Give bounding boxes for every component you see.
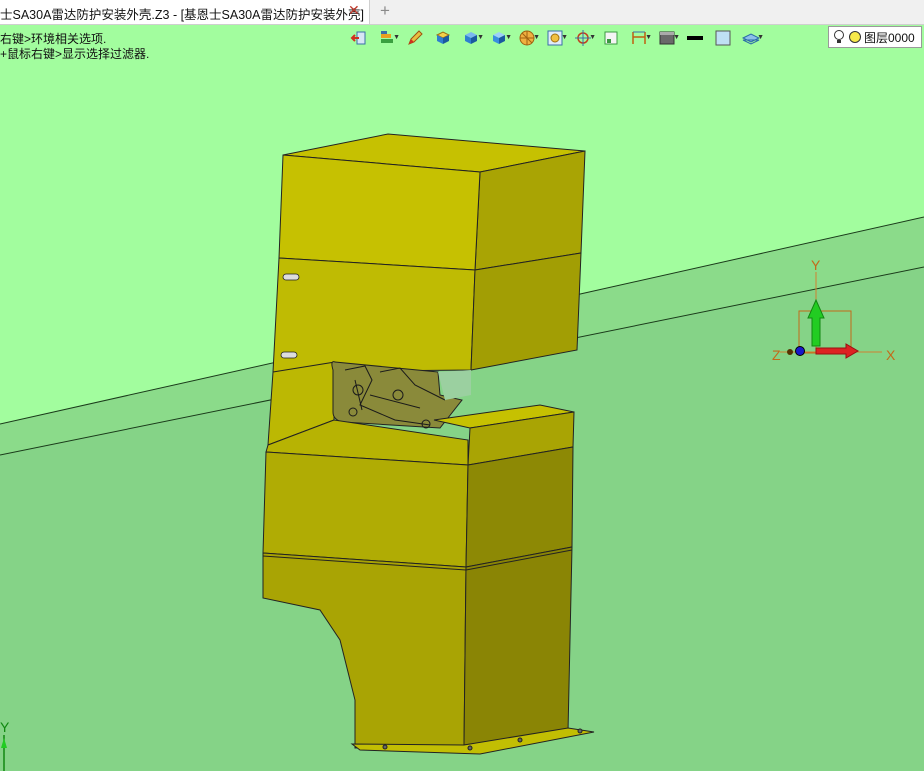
tab-title: 士SA30A雷达防护安装外壳.Z3 - [基恩士SA30A雷达防护安装外壳] bbox=[0, 8, 364, 22]
line-color-icon[interactable] bbox=[682, 28, 708, 48]
layer-view-icon[interactable]: ▼ bbox=[738, 28, 764, 48]
close-icon[interactable]: ✕ bbox=[348, 2, 360, 19]
exit-icon[interactable] bbox=[346, 28, 372, 48]
scene: Y X Z Y bbox=[0, 133, 924, 771]
top-block bbox=[272, 133, 586, 373]
hint-line-2: +鼠标右键>显示选择过滤器. bbox=[0, 47, 150, 61]
layer-selector[interactable]: 图层0000 bbox=[828, 26, 922, 48]
target-icon[interactable]: ▼ bbox=[570, 28, 596, 48]
add-tab-button[interactable]: + bbox=[380, 1, 390, 21]
document-tab[interactable]: 士SA30A雷达防护安装外壳.Z3 - [基恩士SA30A雷达防护安装外壳] ✕ bbox=[0, 0, 370, 24]
view-fit-icon[interactable]: ▼ bbox=[542, 28, 568, 48]
lightbulb-icon bbox=[834, 30, 844, 43]
corner-axis-label-y: Y bbox=[0, 719, 10, 735]
dimension-icon[interactable]: ▼ bbox=[626, 28, 652, 48]
section-icon[interactable] bbox=[598, 28, 624, 48]
shaded-icon[interactable]: ▼ bbox=[458, 28, 484, 48]
3d-viewport[interactable]: Y X Z Y bbox=[0, 25, 924, 771]
view-toolbar: ▼ ▼ ▼ ▼ ▼ ▼ ▼ ▼ ▼ bbox=[346, 27, 764, 49]
axis-label-x: X bbox=[886, 347, 896, 363]
tab-bar: 士SA30A雷达防护安装外壳.Z3 - [基恩士SA30A雷达防护安装外壳] ✕… bbox=[0, 0, 924, 25]
layer-color-swatch bbox=[849, 31, 861, 43]
render-mode-icon[interactable]: ▼ bbox=[486, 28, 512, 48]
orientation-icon[interactable]: ▼ bbox=[514, 28, 540, 48]
axis-label-z: Z bbox=[772, 347, 781, 363]
display-icon[interactable]: ▼ bbox=[654, 28, 680, 48]
box-view-icon[interactable] bbox=[430, 28, 456, 48]
history-icon[interactable]: ▼ bbox=[374, 28, 400, 48]
axis-label-y: Y bbox=[811, 257, 821, 273]
fill-color-icon[interactable] bbox=[710, 28, 736, 48]
layer-name: 图层0000 bbox=[864, 30, 915, 45]
edit-icon[interactable] bbox=[402, 28, 428, 48]
